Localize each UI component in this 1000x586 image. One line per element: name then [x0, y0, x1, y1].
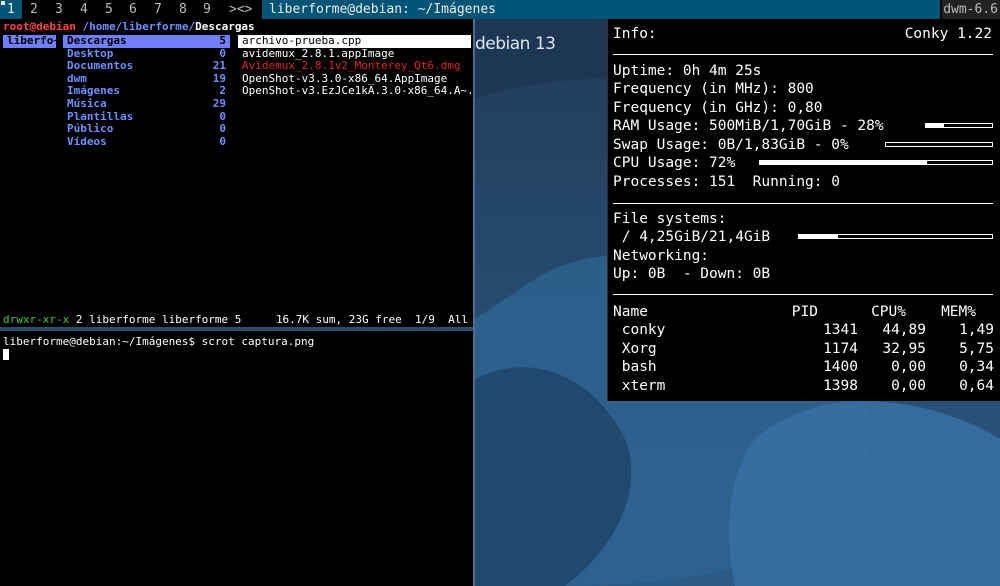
proc-cpu: 0,00 — [891, 378, 926, 394]
window-title: liberforme@debian: ~/Imágenes — [262, 0, 940, 19]
proc-cpu: 0,00 — [891, 359, 926, 375]
dir-name: Descargas — [67, 34, 127, 47]
proc-mem: 5,75 — [959, 341, 994, 357]
conky-freq-ghz: Frequency (in GHz): 0,80 — [613, 100, 823, 116]
dir-count: 21 — [212, 59, 226, 73]
tag-occupied-indicator — [1, 1, 5, 5]
tag-9[interactable]: 9 — [203, 0, 211, 19]
proc-cpu: 32,95 — [882, 341, 926, 357]
conky-version: Conky 1.22 — [904, 26, 992, 42]
dir-count: 29 — [212, 96, 226, 110]
fs-usage-bar — [798, 234, 993, 239]
debian-logo-text: debian 13 — [475, 34, 556, 54]
proc-name: Xorg — [613, 341, 657, 357]
terminal-window[interactable]: liberforme@debian:~/Imágenes$ scrot capt… — [0, 331, 473, 586]
terminal-command-line: liberforme@debian:~/Imágenes$ scrot capt… — [3, 335, 315, 348]
dir-item[interactable]: Documentos 21 — [63, 60, 230, 73]
conky-ram: RAM Usage: 500MiB/1,70GiB - 28% — [613, 118, 884, 134]
terminal-cursor — [3, 349, 9, 360]
tag-1[interactable]: 1 — [0, 0, 22, 19]
proc-pid: 1400 — [823, 359, 858, 375]
tag-6[interactable]: 6 — [129, 0, 137, 19]
proc-header-cpu: CPU% — [871, 304, 906, 320]
proc-mem: 0,34 — [959, 359, 994, 375]
conky-processes: Processes: 151 Running: 0 — [613, 174, 840, 190]
ranger-file-manager[interactable]: root@debian /home/liberforme/Descargas l… — [0, 19, 473, 327]
tag-2[interactable]: 2 — [30, 0, 38, 19]
conky-separator — [613, 203, 993, 204]
tag-3[interactable]: 3 — [55, 0, 63, 19]
dir-item[interactable]: Descargas 5 — [63, 34, 230, 48]
file-item[interactable]: archivo-prueba.cpp — [238, 35, 471, 48]
conky-uptime: Uptime: 0h 4m 25s — [613, 63, 762, 79]
conky-fs-title: File systems: — [613, 211, 727, 227]
file-item[interactable]: avidemux_2.8.1.appImage — [238, 48, 471, 61]
proc-mem: 1,49 — [959, 322, 994, 338]
ranger-preview-column: archivo-prueba.cpp avidemux_2.8.1.appIma… — [238, 35, 471, 98]
dir-name: Público — [67, 122, 114, 136]
dir-name: Música — [67, 96, 107, 110]
conky-net-line: Up: 0B - Down: 0B — [613, 266, 771, 282]
status-text: dwm-6.6 — [942, 0, 1000, 19]
proc-cpu: 44,89 — [882, 322, 926, 338]
cpu-usage-fill — [760, 161, 928, 164]
file-item[interactable]: OpenShot-v3.3.0-x86_64.AppImage — [238, 73, 471, 86]
dir-count: 0 — [219, 134, 226, 148]
tag-7[interactable]: 7 — [154, 0, 162, 19]
proc-name: conky — [613, 322, 666, 338]
ranger-current-dir: Descargas — [195, 20, 255, 33]
dwm-bar: 1 2 3 4 5 6 7 8 9 ><> liberforme@debian:… — [0, 0, 1000, 19]
ranger-parent-item[interactable]: liberfo~ — [3, 34, 60, 48]
proc-mem: 0,64 — [959, 378, 994, 394]
proc-name: bash — [613, 359, 657, 375]
cpu-usage-bar — [759, 160, 993, 165]
dir-item[interactable]: Público 0 — [63, 123, 230, 136]
disk-summary: 16.7K sum, 23G free 1/9 All — [275, 313, 468, 326]
ranger-path-header: root@debian /home/liberforme/Descargas — [3, 20, 255, 34]
ram-usage-bar — [925, 123, 993, 128]
tag-8[interactable]: 8 — [179, 0, 187, 19]
dir-count: 0 — [219, 122, 226, 136]
proc-header-mem: MEM% — [941, 304, 976, 320]
file-item[interactable]: OpenShot-v3.EzJCe1kA.3.0-x86_64.A~.part — [238, 85, 471, 98]
ranger-dir-column: Descargas 5 Desktop 0 Documentos 21 dwm 19 I… — [63, 34, 230, 149]
file-item[interactable]: Avidemux_2.8.1v2_Monterey_Qt6.dmg — [238, 60, 471, 73]
conky-panel: Info: Conky 1.22 Uptime: 0h 4m 25s Frequ… — [607, 19, 1000, 401]
dir-name: Documentos — [67, 59, 134, 73]
dir-item[interactable]: Vídeos 0 — [63, 134, 230, 149]
owner-info: 2 liberforme liberforme 5 — [69, 313, 242, 326]
proc-header-name: Name — [613, 304, 648, 320]
swap-usage-bar — [885, 142, 993, 147]
conky-swap: Swap Usage: 0B/1,83GiB - 0% — [613, 137, 849, 153]
ranger-path: /home/liberforme/ — [82, 20, 196, 33]
ram-usage-fill — [926, 124, 945, 127]
conky-freq-mhz: Frequency (in MHz): 800 — [613, 81, 814, 97]
tag-5[interactable]: 5 — [105, 0, 113, 19]
tag-4[interactable]: 4 — [80, 0, 88, 19]
layout-symbol[interactable]: ><> — [229, 0, 252, 19]
fs-usage-fill — [799, 235, 838, 238]
proc-pid: 1341 — [823, 322, 858, 338]
conky-cpu: CPU Usage: 72% — [613, 155, 736, 171]
dir-name: Vídeos — [67, 134, 107, 148]
dir-item[interactable]: Música 29 — [63, 96, 230, 111]
conky-separator — [613, 54, 993, 55]
permissions: drwxr-xr-x — [3, 313, 70, 326]
dir-count: 5 — [219, 34, 226, 47]
ranger-status-line: drwxr-xr-x 2 liberforme liberforme 5 16.7… — [3, 313, 471, 327]
proc-name: xterm — [613, 378, 666, 394]
conky-net-title: Networking: — [613, 248, 710, 264]
tag-label: 1 — [7, 2, 15, 17]
proc-pid: 1398 — [823, 378, 858, 394]
ranger-user-host: root@debian — [3, 20, 76, 33]
proc-pid: 1174 — [823, 341, 858, 357]
conky-separator — [613, 294, 993, 295]
conky-fs-root: / 4,25GiB/21,4GiB — [613, 229, 771, 245]
proc-header-pid: PID — [791, 304, 818, 320]
window-divider — [473, 19, 475, 586]
conky-info-label: Info: — [613, 26, 657, 42]
